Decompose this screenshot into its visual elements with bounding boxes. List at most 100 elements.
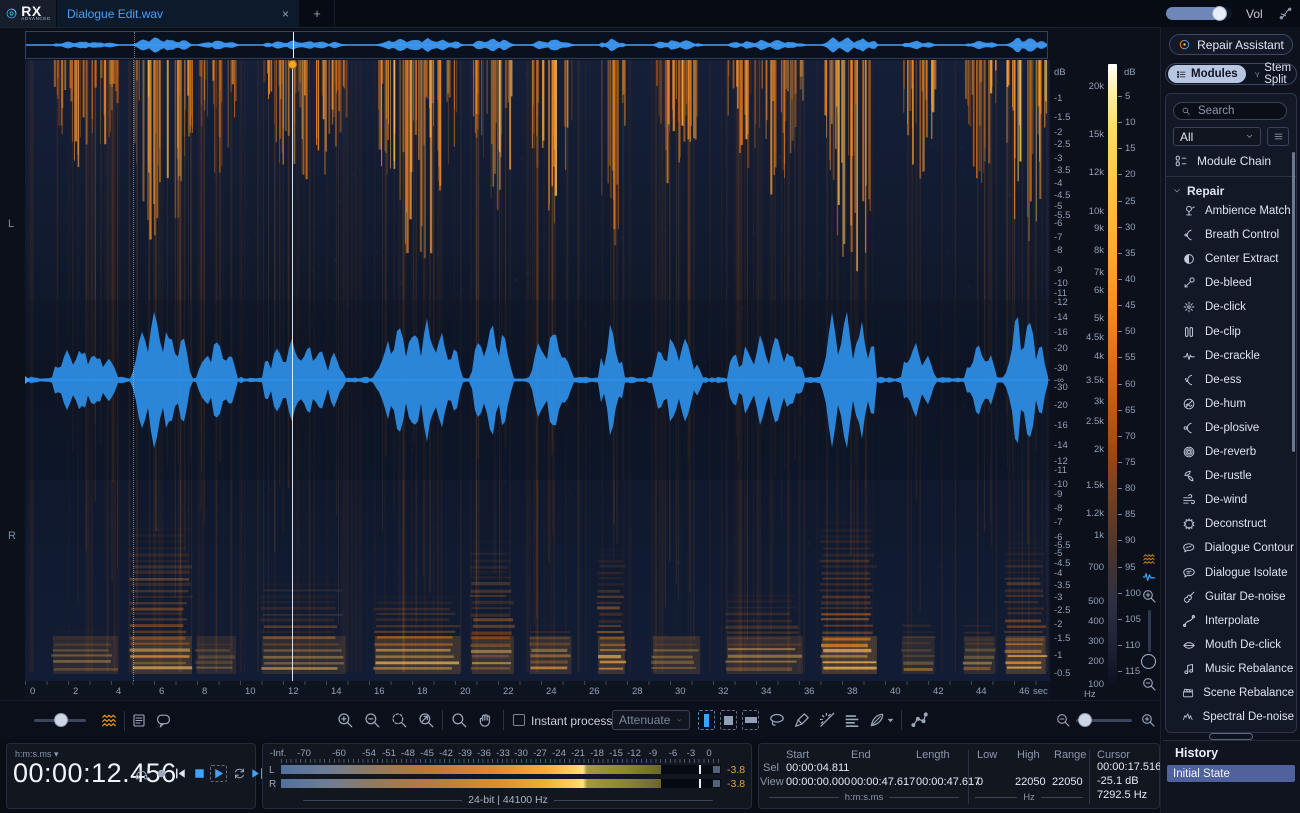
harmonics-tool-icon[interactable] [843,711,861,729]
module-item-breath-control[interactable]: Breath Control [1182,224,1294,246]
module-item-de-bleed[interactable]: De-bleed [1182,272,1294,294]
module-item-music-rebalance[interactable]: Music Rebalance [1182,658,1294,680]
brush-tool-icon[interactable] [793,711,811,729]
stop-button[interactable] [192,766,207,781]
module-item-mouth-de-click[interactable]: Mouth De-click [1182,634,1294,656]
history-item-initial-state[interactable]: Initial State [1167,765,1295,782]
module-item-de-plosive[interactable]: De-plosive [1182,417,1294,439]
vertical-zoom-slider[interactable] [1148,610,1151,652]
monitor-headphones-icon[interactable] [134,766,149,781]
zoom-selection-icon[interactable] [390,711,408,729]
module-chain-item[interactable]: Module Chain [1174,150,1286,172]
blend-slider-knob[interactable] [54,713,68,727]
module-view-options-button[interactable] [1267,127,1289,146]
module-item-de-hum[interactable]: De-hum [1182,393,1294,415]
volume-slider[interactable] [1166,7,1232,20]
module-item-deconstruct[interactable]: Deconstruct [1182,513,1294,535]
spectrogram-graphic [25,60,1050,681]
module-item-guitar-de-noise[interactable]: Guitar De-noise [1182,586,1294,608]
spectrogram-display-icon[interactable] [1141,552,1157,566]
meter-scale-label: -15 [609,748,623,759]
colorbar-label: 115 [1125,667,1140,676]
module-item-de-reverb[interactable]: De-reverb [1182,441,1294,463]
horizontal-zoom-out-icon[interactable] [1055,712,1071,728]
sel-start-value[interactable]: 00:00:04.811 [786,762,849,774]
module-item-spectral-de-noise[interactable]: Spectral De-noise [1182,706,1294,728]
loop-button[interactable] [232,766,247,781]
playhead-line[interactable] [292,60,293,681]
module-item-center-extract[interactable]: Center Extract [1182,248,1294,270]
spark-icon [1182,300,1196,314]
process-mode-select[interactable]: Attenuate [612,710,690,730]
file-tab[interactable]: Dialogue Edit.wav × [57,0,299,27]
overview-waveform[interactable] [25,31,1048,59]
panel-resize-handle[interactable] [1209,733,1253,740]
horizontal-zoom-in-icon[interactable] [1140,712,1156,728]
spectrogram-tab-icon[interactable] [100,712,118,729]
module-item-interpolate[interactable]: Interpolate [1182,610,1294,632]
time-ruler[interactable]: 0246810121416182022242628303234363840424… [25,681,1055,700]
module-filter-select[interactable]: All [1173,127,1261,146]
skip-to-start-button[interactable] [173,766,188,781]
module-item-de-wind[interactable]: De-wind [1182,489,1294,511]
module-item-de-crackle[interactable]: De-crackle [1182,345,1294,367]
volume-slider-knob[interactable] [1212,6,1227,21]
module-item-de-rustle[interactable]: De-rustle [1182,465,1294,487]
play-button[interactable] [210,765,227,782]
range-value[interactable]: 22050 [1052,776,1083,788]
tab-stem-split[interactable]: Stem Split [1246,65,1300,83]
frequency-selection-tool[interactable] [742,710,759,730]
repair-assistant-button[interactable]: Repair Assistant [1169,34,1293,55]
module-item-dialogue-contour[interactable]: Dialogue Contour [1182,537,1294,559]
magnifier-tool-icon[interactable] [450,711,468,729]
vertical-zoom-out-icon[interactable] [1141,676,1157,692]
zoom-in-icon[interactable] [336,711,354,729]
module-search-box[interactable] [1173,102,1287,120]
time-ruler-label: 36 [804,687,815,696]
view-end-value[interactable]: 00:00:47.617 [851,776,915,788]
spectrogram-colorbar [1108,64,1117,688]
tab-modules[interactable]: Modules [1168,65,1246,83]
comment-icon[interactable] [155,712,172,729]
module-item-scene-rebalance[interactable]: Scene Rebalance [1182,682,1294,704]
low-value[interactable]: 0 [977,776,983,788]
new-tab-button[interactable]: + [300,0,335,27]
waveform-display-icon[interactable] [1141,570,1157,584]
instant-process-checkbox[interactable] [513,714,525,726]
module-item-de-click[interactable]: De-click [1182,296,1294,318]
signal-chain-icon[interactable] [1278,6,1293,21]
spectrogram-view[interactable] [25,60,1050,681]
waveform-center-marker [25,376,30,384]
lasso-tool-icon[interactable] [768,711,786,729]
feather-tool-icon[interactable] [868,711,886,729]
vertical-zoom-in-icon[interactable] [1141,588,1157,604]
hand-tool-icon[interactable] [477,711,495,729]
horizontal-zoom-knob[interactable] [1078,713,1092,727]
record-button[interactable] [154,766,169,781]
curve-nodes-icon[interactable] [910,711,928,729]
half-circle-icon [1182,252,1196,266]
time-ruler-label: 42 [933,687,944,696]
module-item-dialogue-isolate[interactable]: Dialogue Isolate [1182,562,1294,584]
playhead-handle[interactable] [288,60,297,69]
vertical-zoom-knob[interactable] [1141,654,1156,669]
module-list-scrollbar[interactable] [1292,152,1295,452]
magic-wand-tool-icon[interactable] [818,711,836,729]
time-frequency-selection-tool[interactable] [720,710,737,730]
repair-section-header[interactable]: Repair [1172,180,1284,202]
overview-playhead[interactable] [293,32,294,58]
module-item-ambience-match[interactable]: Ambience Match [1182,200,1294,222]
clipboard-icon[interactable] [131,712,147,729]
zoom-reset-icon[interactable] [417,711,435,729]
high-value[interactable]: 22050 [1015,776,1046,788]
feather-dropdown-icon[interactable] [886,716,895,725]
tab-close-icon[interactable]: × [282,7,289,21]
view-start-value[interactable]: 00:00:00.000 [786,776,850,788]
view-length-value[interactable]: 00:00:47.617 [916,776,980,788]
zoom-out-icon[interactable] [363,711,381,729]
time-selection-tool[interactable] [698,710,715,730]
module-item-de-ess[interactable]: De-ess [1182,369,1294,391]
time-ruler-label: 8 [202,687,207,696]
module-item-de-clip[interactable]: De-clip [1182,321,1294,343]
search-input[interactable] [1196,104,1270,118]
